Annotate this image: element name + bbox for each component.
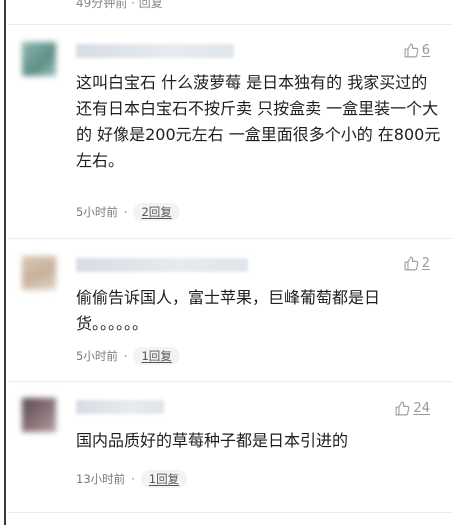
avatar[interactable]: [22, 42, 56, 76]
like-count: 6: [421, 43, 430, 58]
reply-button[interactable]: 1回复: [133, 347, 180, 365]
comment-divider: [8, 381, 452, 382]
comment-text: 这叫白宝石 什么菠萝莓 是日本独有的 我家买过的 还有日本白宝石不按斤卖 只按盒…: [76, 73, 441, 170]
avatar[interactable]: [22, 256, 56, 290]
meta-dot: ·: [123, 205, 128, 219]
like-button[interactable]: 24: [394, 400, 430, 417]
comment-time: 13小时前: [76, 472, 126, 486]
like-button[interactable]: 6: [403, 42, 430, 59]
thumbs-up-icon: [404, 43, 419, 58]
reply-count: 2回复: [141, 205, 172, 219]
avatar[interactable]: [22, 398, 56, 432]
reply-count: 1回复: [148, 472, 180, 486]
thumbs-up-icon: [404, 256, 419, 271]
comment-meta: 13小时前 · 1回复: [76, 470, 188, 488]
thumbs-up-icon: [396, 401, 410, 416]
comment-divider: [8, 512, 452, 513]
comment-time: 5小时前: [76, 349, 118, 363]
previous-comment-meta: 49分钟前 · 回复: [76, 0, 163, 10]
username-redacted[interactable]: [76, 258, 248, 272]
comment-text: 国内品质好的草莓种子都是日本引进的: [76, 431, 349, 450]
meta-dot: ·: [131, 472, 135, 486]
username-redacted[interactable]: [76, 400, 164, 414]
like-button[interactable]: 2: [403, 255, 430, 272]
comment-text: 偷偷告诉国人，富士苹果，巨峰葡萄都是日货。。。。。。: [76, 288, 381, 333]
left-edge-border: [4, 0, 6, 525]
like-count: 2: [421, 256, 430, 271]
username-redacted[interactable]: [76, 44, 234, 58]
comment-meta: 5小时前 · 2回复: [76, 203, 180, 221]
reply-button[interactable]: 1回复: [140, 470, 188, 488]
comment-divider: [8, 24, 452, 25]
comment-divider: [8, 238, 452, 239]
comment-time: 5小时前: [76, 205, 118, 219]
reply-count: 1回复: [141, 349, 172, 363]
reply-button[interactable]: 2回复: [133, 203, 180, 221]
meta-dot: ·: [123, 349, 128, 363]
like-count: 24: [413, 401, 430, 416]
comment-meta: 5小时前 · 1回复: [76, 347, 180, 365]
